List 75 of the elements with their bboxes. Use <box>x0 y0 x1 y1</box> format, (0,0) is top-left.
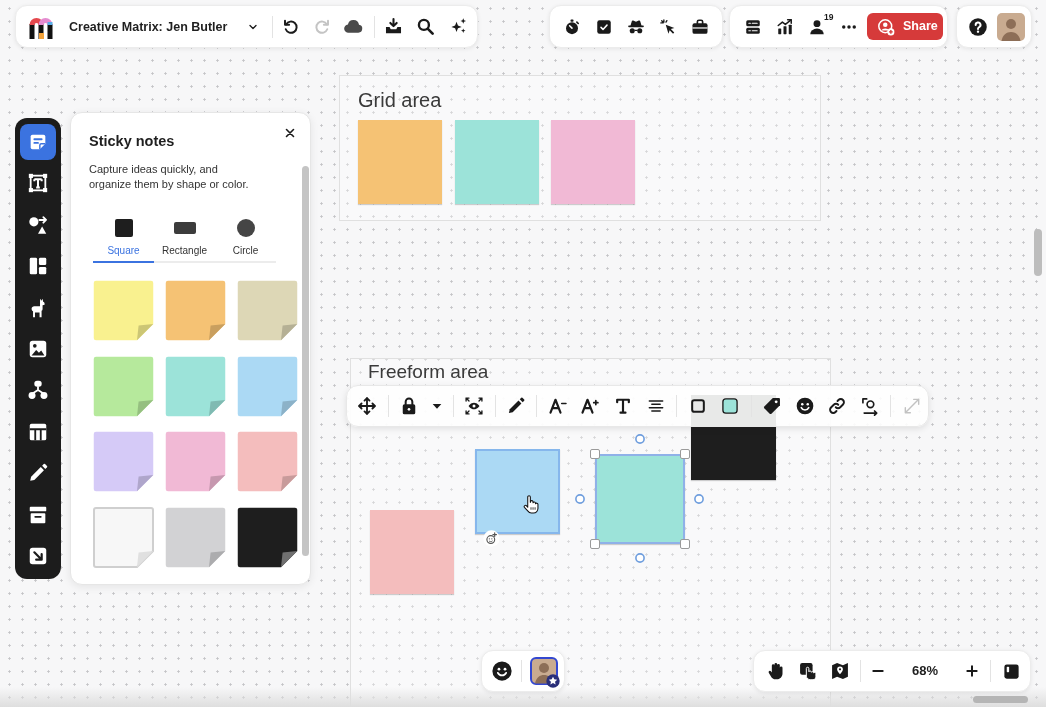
rows-icon[interactable] <box>744 17 762 36</box>
move-icon[interactable] <box>357 396 378 416</box>
pencil-icon[interactable] <box>506 396 527 416</box>
connector-handle[interactable] <box>635 434 645 444</box>
tool-button[interactable] <box>20 124 56 160</box>
shape-tab[interactable]: Rectangle <box>154 214 215 263</box>
sticky-note-swatch[interactable] <box>237 507 298 569</box>
frame-title: Freeform area <box>368 361 489 382</box>
tag-icon[interactable] <box>761 396 782 416</box>
person-icon[interactable] <box>808 17 826 36</box>
connector-handle[interactable] <box>575 494 585 504</box>
zoom-in-icon[interactable] <box>964 663 980 679</box>
search-icon[interactable] <box>416 17 435 36</box>
circle-arrows-icon[interactable] <box>859 396 880 416</box>
resize-handle[interactable] <box>680 539 690 549</box>
share-button[interactable]: Share <box>867 13 943 40</box>
emoji-icon[interactable] <box>794 396 815 416</box>
resize-handle[interactable] <box>590 539 600 549</box>
link-icon[interactable] <box>827 396 848 416</box>
sticky-note-swatch[interactable] <box>165 431 226 493</box>
focus-eye-icon[interactable] <box>464 396 485 416</box>
avatar-placeholder[interactable] <box>530 657 558 685</box>
star-badge-icon <box>546 674 560 688</box>
sticky-note-swatch[interactable] <box>93 355 154 417</box>
sticky-note-swatch[interactable] <box>93 507 154 569</box>
scrollbar-thumb[interactable] <box>973 696 1028 703</box>
stopwatch-icon[interactable] <box>563 17 581 36</box>
square-icon <box>114 219 133 237</box>
close-icon[interactable] <box>284 127 296 139</box>
touch-icon[interactable] <box>798 661 818 681</box>
sticky-note-swatch[interactable] <box>237 280 298 341</box>
sticky-note-swatch[interactable] <box>237 355 298 417</box>
text-tool-icon <box>27 172 49 195</box>
text-increase-icon[interactable] <box>580 396 601 416</box>
zoom-level[interactable]: 68% <box>896 663 954 679</box>
shape-tab[interactable]: Circle <box>215 214 276 263</box>
connector-handle[interactable] <box>694 494 704 504</box>
cursor-click-icon[interactable] <box>659 17 677 36</box>
toolbox-icon[interactable] <box>691 17 709 36</box>
undo-icon[interactable] <box>282 17 300 36</box>
help-icon[interactable] <box>968 16 988 37</box>
resize-handle[interactable] <box>680 449 690 459</box>
chart-icon[interactable] <box>776 17 794 36</box>
sticky-note-swatch[interactable] <box>93 431 154 493</box>
person-add-icon <box>877 17 895 36</box>
connector-handle[interactable] <box>635 553 645 563</box>
sticky-note-swatch[interactable] <box>165 280 226 341</box>
text-decrease-icon[interactable] <box>547 396 568 416</box>
collaborator-count: 19 <box>824 11 834 22</box>
sidebar-panel-icon[interactable] <box>1002 661 1021 681</box>
circle-icon <box>236 219 255 237</box>
sticky-note-swatch[interactable] <box>165 355 226 417</box>
diagram-icon <box>27 379 49 402</box>
hand-icon[interactable] <box>766 661 786 681</box>
rectangle-icon <box>173 222 196 234</box>
shape-tab[interactable]: Square <box>93 214 154 263</box>
emoji-icon[interactable] <box>491 660 513 682</box>
panel-title: Sticky notes <box>89 132 175 150</box>
fill-color-icon[interactable] <box>720 396 741 416</box>
frame-title: Grid area <box>358 88 442 112</box>
board-title[interactable]: Creative Matrix: Jen Butler <box>69 18 241 35</box>
sticky-note-swatch[interactable] <box>165 507 226 569</box>
panel-description: Capture ideas quickly, and organize them by shape or color. <box>89 162 250 192</box>
resize-handle[interactable] <box>590 449 600 459</box>
shapes-icon <box>27 213 49 236</box>
sticky-note-swatch[interactable] <box>93 280 154 341</box>
hand-cursor-icon <box>522 494 540 514</box>
download-icon[interactable] <box>384 17 403 36</box>
scrollbar-thumb[interactable] <box>302 166 309 556</box>
add-reaction-icon[interactable] <box>482 529 500 547</box>
checkbox-icon[interactable] <box>595 17 613 36</box>
scrollbar-thumb[interactable] <box>1034 229 1042 276</box>
sticky-note-swatch[interactable] <box>237 431 298 493</box>
map-pin-icon[interactable] <box>830 661 850 681</box>
spy-icon[interactable] <box>627 17 645 36</box>
